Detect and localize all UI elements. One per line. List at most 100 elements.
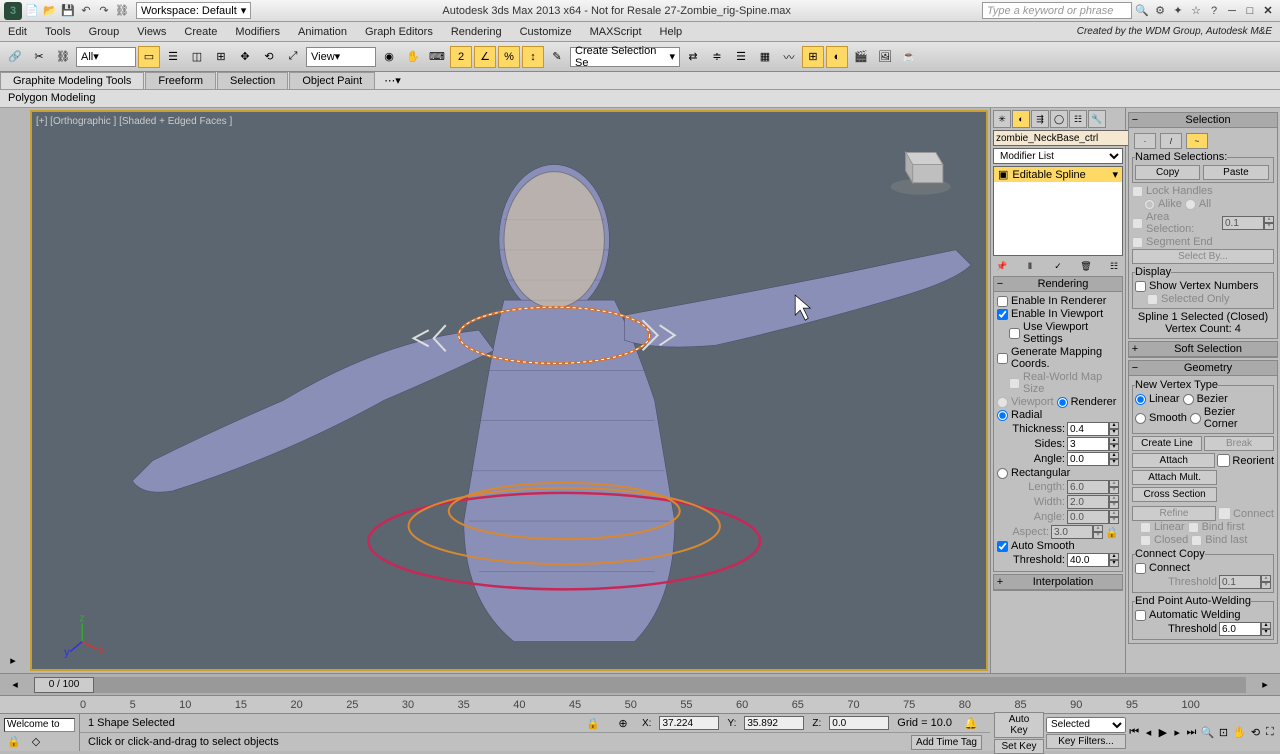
mirror-icon[interactable]: ⇄: [682, 46, 704, 68]
bezier-corner-radio[interactable]: [1190, 413, 1201, 424]
menu-modifiers[interactable]: Modifiers: [235, 26, 280, 38]
sides-input[interactable]: [1067, 437, 1109, 451]
manipulate-icon[interactable]: ✋: [402, 46, 424, 68]
key-filters-button[interactable]: Key Filters...: [1046, 734, 1126, 749]
lock-aspect-icon[interactable]: 🔒: [1105, 525, 1119, 539]
create-line-button[interactable]: Create Line: [1132, 436, 1202, 451]
add-time-tag-button[interactable]: Add Time Tag: [911, 735, 982, 750]
frame-handle[interactable]: 0 / 100: [34, 677, 94, 693]
angle-input[interactable]: [1067, 452, 1109, 466]
configure-sets-icon[interactable]: ☷: [1105, 258, 1123, 274]
new-file-icon[interactable]: 📄: [24, 3, 40, 19]
workspace-dropdown[interactable]: Workspace: Default▾: [136, 2, 251, 19]
zoom-icon[interactable]: 🔍: [1200, 722, 1216, 744]
make-unique-icon[interactable]: ✓: [1049, 258, 1067, 274]
lock-icon[interactable]: 🔒: [582, 712, 604, 734]
menu-create[interactable]: Create: [184, 26, 217, 38]
edit-named-sel-icon[interactable]: ✎: [546, 46, 568, 68]
key-mode-dropdown[interactable]: Selected: [1046, 717, 1126, 733]
collapse-icon[interactable]: −: [1130, 114, 1140, 126]
up-icon[interactable]: ▴: [1109, 422, 1119, 429]
expand-icon[interactable]: +: [1130, 343, 1140, 355]
prev-key-icon[interactable]: ◂: [0, 678, 30, 691]
menu-animation[interactable]: Animation: [298, 26, 347, 38]
unlink-tool-icon[interactable]: ✂: [28, 46, 50, 68]
gen-mapping-checkbox[interactable]: [997, 353, 1008, 364]
render-production-icon[interactable]: ☕: [898, 46, 920, 68]
minimize-button[interactable]: ─: [1224, 3, 1240, 19]
zoom-all-icon[interactable]: ⊡: [1217, 722, 1229, 744]
menu-graph-editors[interactable]: Graph Editors: [365, 26, 433, 38]
enable-renderer-checkbox[interactable]: [997, 296, 1008, 307]
ribbon-dropdown-icon[interactable]: ⋯▾: [384, 74, 401, 87]
max-viewport-icon[interactable]: ⛶: [1264, 722, 1276, 744]
radial-radio[interactable]: [997, 410, 1008, 421]
auto-smooth-checkbox[interactable]: [997, 541, 1008, 552]
play-icon[interactable]: ▶: [1157, 722, 1169, 744]
hierarchy-tab-icon[interactable]: ⇶: [1031, 110, 1049, 128]
prev-frame-icon[interactable]: ◂: [1142, 722, 1154, 744]
use-viewport-settings-checkbox[interactable]: [1009, 328, 1020, 339]
comm-center-icon[interactable]: 🔔: [960, 712, 982, 734]
close-button[interactable]: ✕: [1260, 3, 1276, 19]
redo-icon[interactable]: ↷: [96, 3, 112, 19]
attach-mult-button[interactable]: Attach Mult.: [1132, 470, 1217, 485]
save-file-icon[interactable]: 💾: [60, 3, 76, 19]
menu-tools[interactable]: Tools: [45, 26, 71, 38]
lock-selection-icon[interactable]: 🔒: [4, 734, 24, 748]
menu-customize[interactable]: Customize: [520, 26, 572, 38]
paste-button[interactable]: Paste: [1203, 165, 1268, 180]
ref-coord-dropdown[interactable]: View ▾: [306, 47, 376, 67]
snap-2d-icon[interactable]: 2: [450, 46, 472, 68]
show-result-icon[interactable]: Ⅱ: [1021, 258, 1039, 274]
maxscript-mini[interactable]: Welcome to M:: [4, 718, 75, 732]
copy-button[interactable]: Copy: [1135, 165, 1200, 180]
pan-icon[interactable]: ✋: [1232, 722, 1248, 744]
goto-end-icon[interactable]: ⏭: [1185, 722, 1197, 744]
goto-start-icon[interactable]: ⏮: [1128, 722, 1140, 744]
selection-filter-dropdown[interactable]: All ▾: [76, 47, 136, 67]
segment-subobj-icon[interactable]: /: [1160, 133, 1182, 149]
rendered-frame-icon[interactable]: 🖼: [874, 46, 896, 68]
search-icon[interactable]: 🔍: [1134, 3, 1150, 19]
y-coord-input[interactable]: [744, 716, 804, 730]
modifier-editable-spline[interactable]: ▣ Editable Spline ▾: [994, 167, 1122, 182]
spinner-snap-icon[interactable]: ↕: [522, 46, 544, 68]
modifier-list-dropdown[interactable]: Modifier List: [993, 148, 1123, 164]
curve-editor-icon[interactable]: 〰: [778, 46, 800, 68]
connect-copy-checkbox[interactable]: [1135, 563, 1146, 574]
display-tab-icon[interactable]: ☷: [1069, 110, 1087, 128]
menu-edit[interactable]: Edit: [8, 26, 27, 38]
layer-manager-icon[interactable]: ☰: [730, 46, 752, 68]
set-key-button[interactable]: Set Key: [994, 739, 1044, 754]
viewport[interactable]: [+] [Orthographic ] [Shaded + Edged Face…: [30, 110, 988, 671]
menu-maxscript[interactable]: MAXScript: [590, 26, 642, 38]
x-coord-input[interactable]: [659, 716, 719, 730]
object-name-input[interactable]: [993, 130, 1131, 146]
utilities-tab-icon[interactable]: 🔧: [1088, 110, 1106, 128]
weld-threshold-input[interactable]: [1219, 622, 1261, 636]
thickness-input[interactable]: [1067, 422, 1109, 436]
help-search-input[interactable]: Type a keyword or phrase: [982, 2, 1132, 19]
expand-icon[interactable]: ▣: [998, 168, 1008, 181]
snap-angle-icon[interactable]: ∠: [474, 46, 496, 68]
help-icon[interactable]: ?: [1206, 3, 1222, 19]
ribbon-tab-selection[interactable]: Selection: [217, 72, 288, 89]
align-icon[interactable]: ≑: [706, 46, 728, 68]
undo-icon[interactable]: ↶: [78, 3, 94, 19]
open-file-icon[interactable]: 📂: [42, 3, 58, 19]
select-name-icon[interactable]: ☰: [162, 46, 184, 68]
pivot-center-icon[interactable]: ◉: [378, 46, 400, 68]
schematic-view-icon[interactable]: ⊞: [802, 46, 824, 68]
cross-section-button[interactable]: Cross Section: [1132, 487, 1217, 502]
menu-views[interactable]: Views: [137, 26, 166, 38]
named-selection-dropdown[interactable]: Create Selection Se ▾: [570, 47, 680, 67]
modifier-stack[interactable]: ▣ Editable Spline ▾: [993, 166, 1123, 256]
keyboard-shortcut-icon[interactable]: ⌨: [426, 46, 448, 68]
collapse-icon[interactable]: −: [1130, 362, 1140, 374]
show-vertex-numbers-checkbox[interactable]: [1135, 281, 1146, 292]
ribbon-tab-graphite[interactable]: Graphite Modeling Tools: [0, 72, 144, 89]
next-key-icon[interactable]: ▸: [1250, 678, 1280, 691]
orbit-icon[interactable]: ⟲: [1249, 722, 1261, 744]
snap-percent-icon[interactable]: %: [498, 46, 520, 68]
